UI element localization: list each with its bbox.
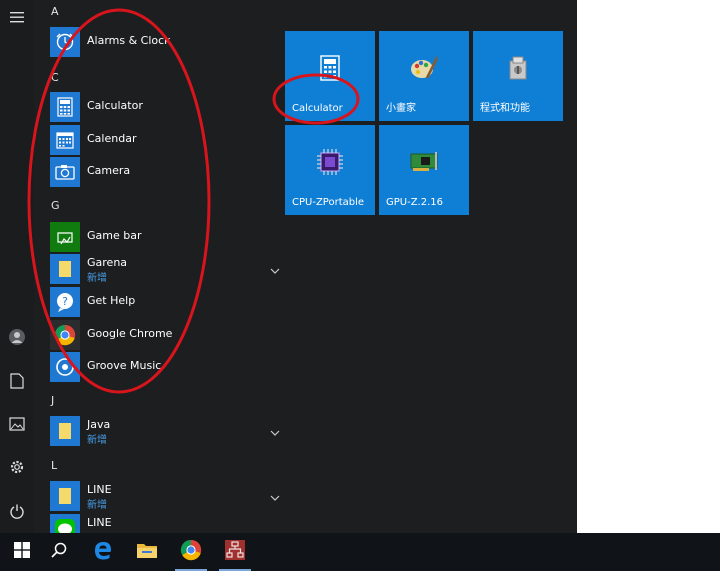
app-name: LINE	[87, 483, 112, 496]
app-name: Alarms & Clock	[87, 34, 171, 47]
app-line-folder[interactable]: LINE 新增	[50, 481, 280, 511]
chevron-down-icon[interactable]	[269, 488, 281, 501]
chevron-down-icon[interactable]	[269, 423, 281, 436]
app-name: Garena	[87, 256, 128, 269]
start-menu: A Alarms & Clock C Calculator Calendar C…	[0, 0, 577, 533]
app-groove-music[interactable]: Groove Music	[50, 352, 270, 382]
tile-label: CPU-ZPortable	[292, 197, 365, 208]
app-alarms-clock[interactable]: Alarms & Clock	[50, 27, 270, 57]
search-icon	[51, 542, 67, 562]
section-header-j[interactable]: J	[51, 394, 54, 407]
app-name: LINE	[87, 516, 112, 529]
new-badge: 新增	[87, 435, 107, 446]
tile-label: GPU-Z.2.16	[386, 197, 444, 208]
line-icon	[50, 514, 80, 533]
cpu-icon	[315, 147, 345, 177]
pictures-icon[interactable]	[0, 407, 34, 441]
section-header-g[interactable]: G	[51, 199, 60, 212]
settings-gear-icon[interactable]	[0, 450, 34, 484]
tile-cpu-z[interactable]: CPU-ZPortable	[285, 125, 375, 215]
folder-icon	[50, 254, 80, 284]
tile-label: 程式和功能	[480, 103, 530, 114]
edge-button[interactable]	[81, 533, 125, 571]
app-google-chrome[interactable]: Google Chrome	[50, 320, 270, 350]
calculator-icon	[50, 92, 80, 122]
tile-programs-and-features[interactable]: 程式和功能	[473, 31, 563, 121]
app-name: Camera	[87, 164, 131, 177]
tile-gpu-z[interactable]: GPU-Z.2.16	[379, 125, 469, 215]
app-name: Java	[87, 418, 111, 431]
camera-icon	[50, 157, 80, 187]
power-icon[interactable]	[0, 494, 34, 528]
app-get-help[interactable]: ? Get Help	[50, 287, 270, 317]
music-icon	[50, 352, 80, 382]
game-bar-icon	[50, 222, 80, 252]
chrome-icon	[50, 320, 80, 350]
network-icon	[224, 539, 246, 565]
app-game-bar[interactable]: Game bar	[50, 222, 270, 252]
hamburger-menu-icon[interactable]	[0, 0, 34, 34]
tile-label: Calculator	[292, 103, 343, 114]
app-name: Groove Music	[87, 359, 162, 372]
network-app-button[interactable]	[213, 533, 257, 571]
calendar-icon	[50, 125, 80, 155]
app-name: Get Help	[87, 294, 136, 307]
file-explorer-button[interactable]	[125, 533, 169, 571]
folder-icon	[136, 541, 158, 563]
chevron-down-icon[interactable]	[269, 261, 281, 274]
app-line[interactable]: LINE	[50, 514, 270, 533]
svg-text:?: ?	[62, 295, 68, 308]
new-badge: 新增	[87, 500, 107, 511]
app-name: Calendar	[87, 132, 137, 145]
search-button[interactable]	[37, 533, 81, 571]
chrome-button[interactable]	[169, 533, 213, 571]
app-calendar[interactable]: Calendar	[50, 125, 270, 155]
app-name: Google Chrome	[87, 327, 173, 340]
app-camera[interactable]: Camera	[50, 157, 270, 187]
edge-icon	[93, 540, 113, 564]
app-garena[interactable]: Garena 新增	[50, 254, 280, 284]
tile-calculator[interactable]: Calculator	[285, 31, 375, 121]
gpu-icon	[409, 147, 439, 177]
windows-icon	[14, 542, 30, 562]
help-icon: ?	[50, 287, 80, 317]
app-java[interactable]: Java 新增	[50, 416, 280, 446]
tile-paint[interactable]: 小畫家	[379, 31, 469, 121]
documents-icon[interactable]	[0, 364, 34, 398]
clock-icon	[50, 27, 80, 57]
start-menu-rail	[0, 0, 34, 533]
new-badge: 新增	[87, 273, 107, 284]
calculator-icon	[315, 53, 345, 83]
app-name: Game bar	[87, 229, 142, 242]
paint-icon	[409, 53, 439, 83]
app-calculator[interactable]: Calculator	[50, 92, 270, 122]
section-header-a[interactable]: A	[51, 5, 59, 18]
tile-label: 小畫家	[386, 103, 416, 114]
account-icon[interactable]	[0, 320, 34, 354]
folder-icon	[50, 416, 80, 446]
folder-icon	[50, 481, 80, 511]
programs-icon	[503, 53, 533, 83]
app-name: Calculator	[87, 99, 143, 112]
chrome-icon	[180, 539, 202, 565]
section-header-c[interactable]: C	[51, 71, 59, 84]
section-header-l[interactable]: L	[51, 459, 57, 472]
taskbar	[0, 533, 720, 571]
app-list: A Alarms & Clock C Calculator Calendar C…	[34, 0, 280, 533]
